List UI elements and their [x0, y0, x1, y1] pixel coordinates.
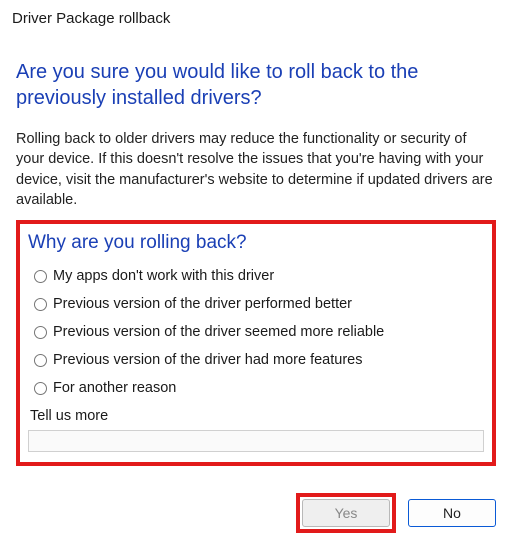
tell-more-label: Tell us more — [28, 408, 484, 424]
reason-label: For another reason — [53, 380, 176, 396]
yes-button[interactable]: Yes — [302, 499, 390, 527]
reason-option[interactable]: Previous version of the driver performed… — [34, 296, 484, 312]
yes-button-highlight: Yes — [296, 493, 396, 533]
reason-label: Previous version of the driver performed… — [53, 296, 352, 312]
reason-option[interactable]: For another reason — [34, 380, 484, 396]
no-button[interactable]: No — [408, 499, 496, 527]
reason-label: My apps don't work with this driver — [53, 268, 274, 284]
reason-radio-more-reliable[interactable] — [34, 326, 47, 339]
main-heading: Are you sure you would like to roll back… — [16, 59, 496, 111]
reason-label: Previous version of the driver seemed mo… — [53, 324, 384, 340]
reason-radio-apps[interactable] — [34, 270, 47, 283]
reason-radio-group: My apps don't work with this driver Prev… — [28, 268, 484, 396]
window-title: Driver Package rollback — [0, 0, 512, 33]
rollback-question: Why are you rolling back? — [28, 232, 484, 254]
reason-radio-another[interactable] — [34, 382, 47, 395]
reason-radio-performed-better[interactable] — [34, 298, 47, 311]
description-text: Rolling back to older drivers may reduce… — [16, 129, 496, 210]
reason-radio-more-features[interactable] — [34, 354, 47, 367]
reason-label: Previous version of the driver had more … — [53, 352, 362, 368]
reason-option[interactable]: My apps don't work with this driver — [34, 268, 484, 284]
reason-option[interactable]: Previous version of the driver had more … — [34, 352, 484, 368]
dialog-button-bar: Yes No — [296, 493, 496, 533]
form-highlight-box: Why are you rolling back? My apps don't … — [16, 220, 496, 466]
dialog-content: Are you sure you would like to roll back… — [0, 33, 512, 478]
reason-option[interactable]: Previous version of the driver seemed mo… — [34, 324, 484, 340]
tell-more-input[interactable] — [28, 430, 484, 452]
